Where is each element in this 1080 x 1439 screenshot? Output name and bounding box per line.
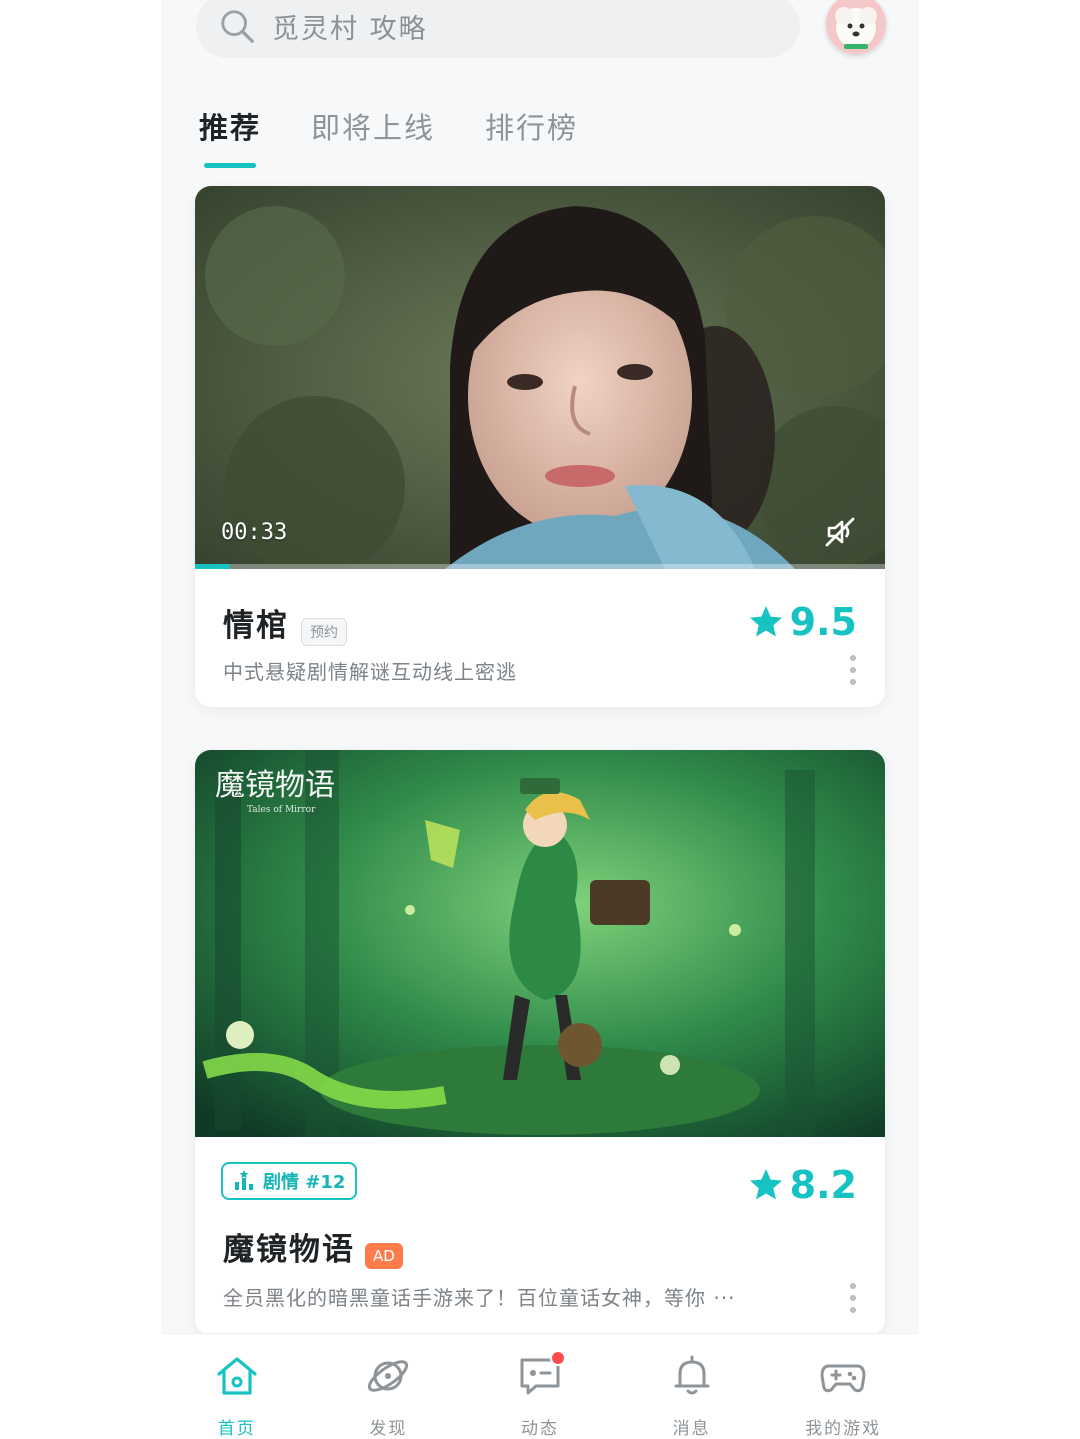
game-banner-image: 魔镜物语 Tales of Mirror xyxy=(195,750,885,1137)
banner-logo-subtitle: Tales of Mirror xyxy=(247,805,316,815)
gamepad-icon xyxy=(820,1364,866,1393)
rank-tag-label: 剧情 #12 xyxy=(263,1172,346,1193)
video-progress-fill xyxy=(195,564,230,569)
nav-label: 动态 xyxy=(520,1419,559,1439)
avatar-image xyxy=(826,0,886,54)
active-tab-indicator xyxy=(204,163,256,168)
nav-feed[interactable]: 动态 xyxy=(464,1334,616,1439)
home-icon xyxy=(217,1357,257,1395)
search-placeholder: 觅灵村 攻略 xyxy=(272,13,428,45)
game-card[interactable]: 00:33 情棺 预约 9.5 中式悬疑剧情解谜互动线上密逃 xyxy=(195,186,885,707)
tab-ranking[interactable]: 排行榜 xyxy=(485,105,578,147)
nav-label: 首页 xyxy=(217,1419,256,1439)
video-progress-track[interactable] xyxy=(195,564,885,569)
game-title: 情棺 xyxy=(223,608,289,644)
nav-label: 消息 xyxy=(672,1419,711,1439)
game-title-row: 魔镜物语 AD xyxy=(223,1224,403,1269)
chat-icon xyxy=(516,1350,566,1400)
nav-label: 发现 xyxy=(369,1419,408,1439)
video-thumbnail xyxy=(195,186,885,569)
ranking-icon xyxy=(235,1170,253,1190)
rank-tag[interactable]: 剧情 #12 xyxy=(221,1162,358,1200)
game-rating: 9.5 xyxy=(748,600,857,644)
rating-value: 9.5 xyxy=(789,600,857,644)
rating-value: 8.2 xyxy=(789,1163,857,1207)
planet-icon xyxy=(368,1360,409,1392)
star-icon xyxy=(749,606,782,637)
search-bar[interactable]: 觅灵村 攻略 xyxy=(196,0,800,58)
game-description: 全员黑化的暗黑童话手游来了！百位童话女神，等你 ··· xyxy=(223,1286,736,1310)
more-options-icon[interactable] xyxy=(849,1280,857,1316)
more-options-icon[interactable] xyxy=(849,652,857,688)
nav-label: 我的游戏 xyxy=(805,1419,882,1439)
banner-logo-text: 魔镜物语 xyxy=(215,768,335,803)
video-player[interactable]: 00:33 xyxy=(195,186,885,569)
tab-upcoming[interactable]: 即将上线 xyxy=(311,105,435,147)
tab-recommend[interactable]: 推荐 xyxy=(199,105,261,147)
game-title-row: 情棺 预约 xyxy=(223,600,347,646)
ad-badge: AD xyxy=(365,1242,403,1269)
app-screen: 觅灵村 攻略 推荐 即将上线 排行榜 00:33 情棺 预约 9.5 中式悬疑剧… xyxy=(161,0,919,1439)
game-description: 中式悬疑剧情解谜互动线上密逃 xyxy=(223,660,517,684)
nav-my-games[interactable]: 我的游戏 xyxy=(767,1334,919,1439)
game-rating: 8.2 xyxy=(748,1163,857,1207)
search-icon xyxy=(221,10,254,43)
game-title: 魔镜物语 xyxy=(223,1232,355,1268)
avatar[interactable] xyxy=(826,0,886,54)
video-timestamp: 00:33 xyxy=(221,520,288,545)
bottom-nav: 首页 发现 动态 消息 我的游戏 xyxy=(161,1333,919,1439)
reserve-badge: 预约 xyxy=(301,617,347,646)
nav-messages[interactable]: 消息 xyxy=(616,1334,768,1439)
nav-discover[interactable]: 发现 xyxy=(313,1334,465,1439)
top-tabs: 推荐 即将上线 排行榜 xyxy=(199,105,628,168)
notification-dot xyxy=(549,1350,566,1366)
game-card[interactable]: 魔镜物语 Tales of Mirror 剧情 #12 8.2 魔镜物语 AD 全… xyxy=(195,750,885,1335)
game-banner[interactable]: 魔镜物语 Tales of Mirror xyxy=(195,750,885,1137)
star-icon xyxy=(749,1169,782,1200)
mute-icon[interactable] xyxy=(823,515,857,549)
bell-icon xyxy=(674,1355,710,1395)
nav-home[interactable]: 首页 xyxy=(161,1334,313,1439)
